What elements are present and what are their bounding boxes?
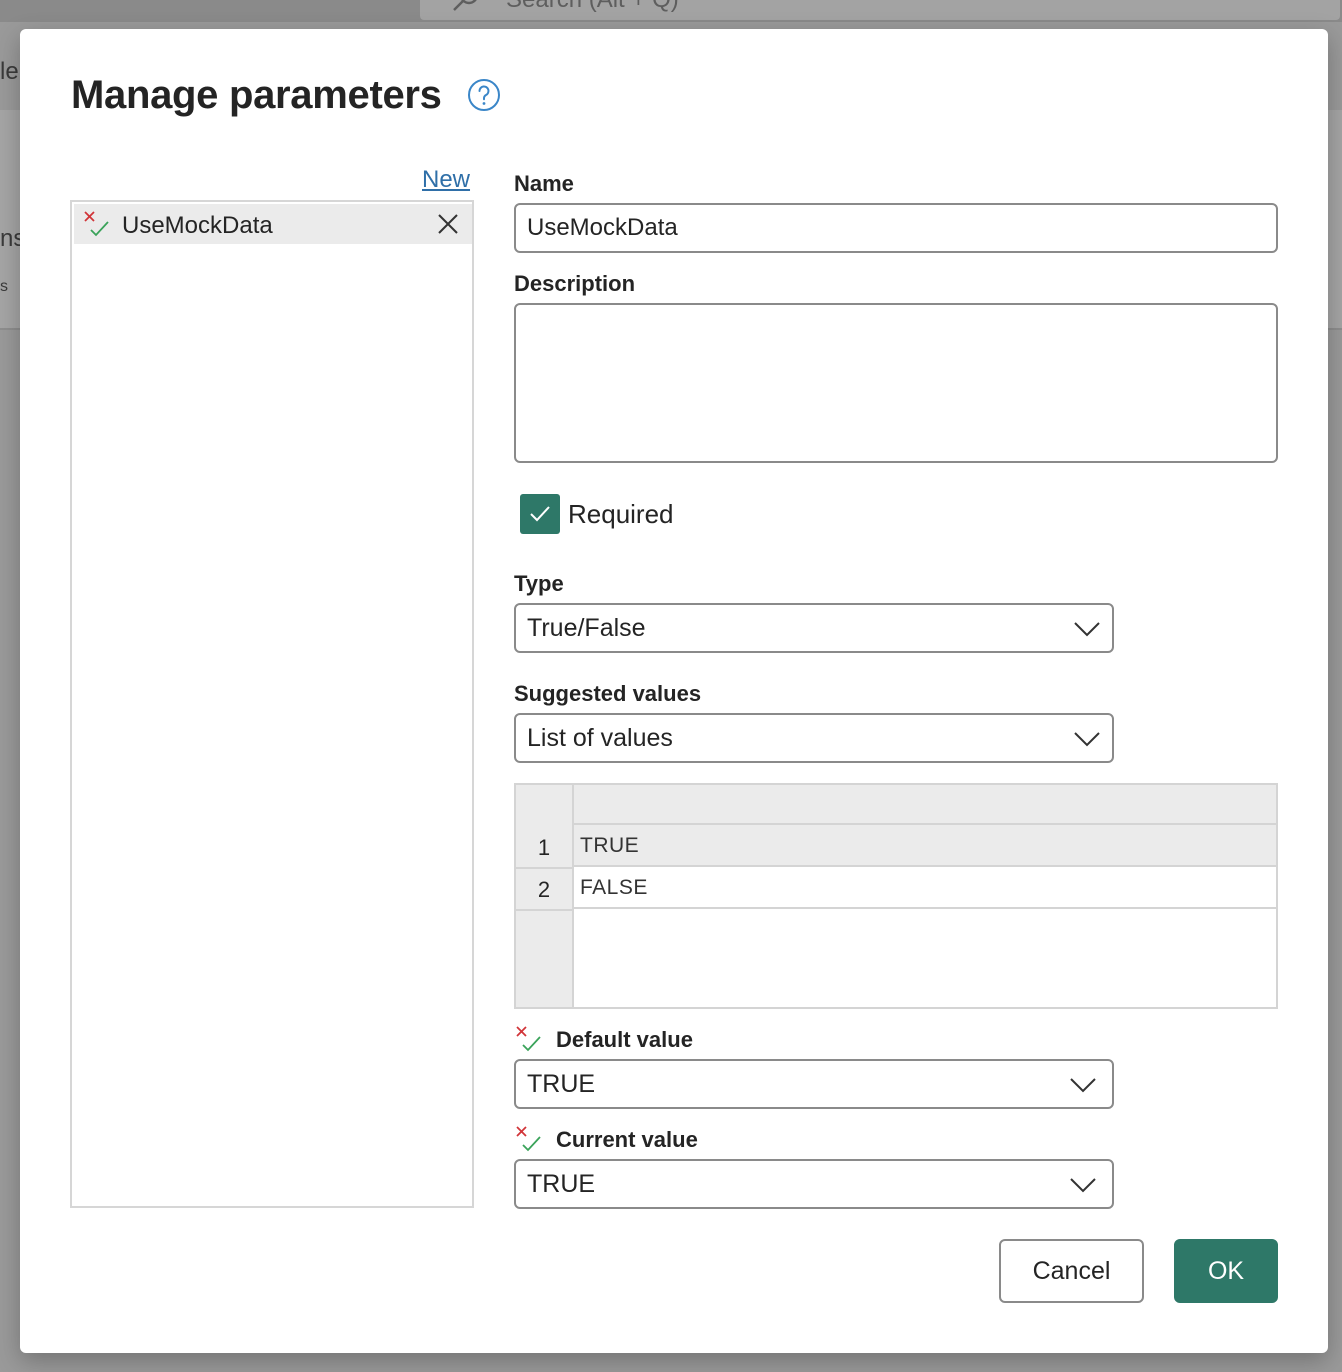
grid-row[interactable]: 1 TRUE — [516, 825, 1276, 867]
description-label: Description — [514, 271, 636, 296]
background-text-fragment: s — [0, 278, 8, 295]
suggested-values-label: Suggested values — [514, 681, 702, 706]
parameter-list-item-label: UseMockData — [122, 212, 273, 239]
grid-row-number: 2 — [537, 877, 551, 902]
suggested-values-select[interactable]: List of values — [514, 713, 1114, 763]
dialog-title: Manage parameters — [71, 73, 442, 117]
chevron-down-icon — [1074, 622, 1100, 637]
close-icon[interactable] — [436, 212, 460, 236]
type-any-icon — [516, 1126, 541, 1152]
type-label: Type — [514, 571, 564, 596]
background-search-box: Search (Alt + Q) — [418, 0, 1342, 22]
help-circle-icon[interactable] — [467, 78, 501, 112]
ok-button[interactable]: OK — [1174, 1239, 1278, 1303]
chevron-down-icon — [1070, 1078, 1096, 1093]
grid-cell-value[interactable]: TRUE — [580, 834, 639, 858]
type-select[interactable]: True/False — [514, 603, 1114, 653]
required-label[interactable]: Required — [568, 499, 674, 530]
grid-divider — [516, 909, 572, 911]
default-value-select-value: TRUE — [527, 1070, 596, 1098]
new-parameter-link[interactable]: New — [422, 166, 470, 194]
grid-divider — [572, 785, 574, 1007]
type-select-value: True/False — [527, 614, 646, 642]
type-any-icon — [84, 211, 109, 237]
type-any-icon — [516, 1026, 541, 1052]
background-text-fragment: le — [0, 58, 19, 85]
name-input[interactable] — [514, 203, 1278, 253]
manage-parameters-dialog: Manage parameters New UseMockData Name D… — [20, 29, 1328, 1353]
current-value-select-value: TRUE — [527, 1170, 596, 1198]
default-value-select[interactable]: TRUE — [514, 1059, 1114, 1109]
parameter-list: UseMockData — [70, 200, 474, 1208]
suggested-values-select-value: List of values — [527, 724, 673, 752]
grid-cell-value[interactable]: FALSE — [580, 876, 648, 900]
checkmark-icon — [530, 506, 550, 522]
name-label: Name — [514, 171, 574, 196]
search-icon — [453, 0, 477, 11]
current-value-label: Current value — [556, 1127, 698, 1152]
grid-column-header — [574, 785, 1276, 825]
parameter-list-item[interactable]: UseMockData — [74, 204, 472, 244]
current-value-select[interactable]: TRUE — [514, 1159, 1114, 1209]
chevron-down-icon — [1070, 1178, 1096, 1193]
chevron-down-icon — [1074, 732, 1100, 747]
suggested-values-grid: 1 TRUE 2 FALSE — [514, 783, 1278, 1009]
description-textarea[interactable] — [514, 303, 1278, 463]
cancel-button[interactable]: Cancel — [999, 1239, 1144, 1303]
grid-row[interactable]: 2 FALSE — [516, 867, 1276, 909]
required-checkbox[interactable] — [520, 494, 560, 534]
default-value-label: Default value — [556, 1027, 693, 1052]
grid-row-number: 1 — [537, 835, 551, 860]
